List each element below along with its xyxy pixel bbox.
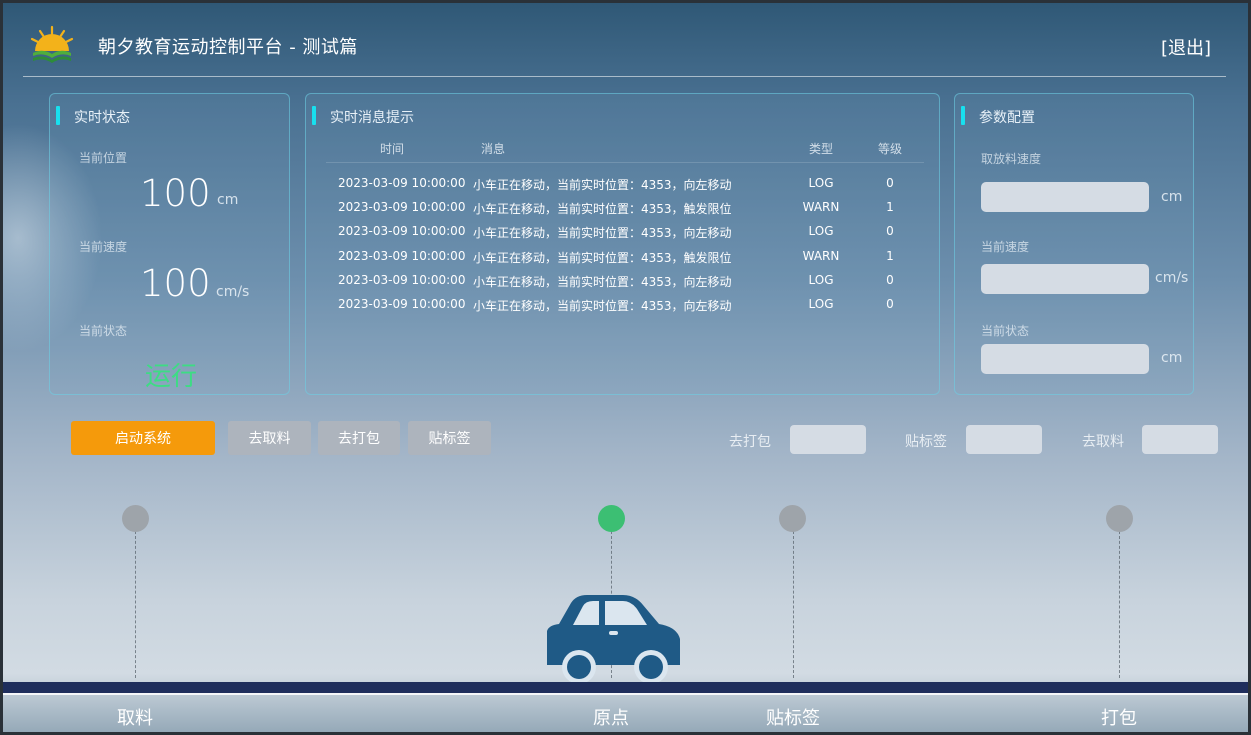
position-unit: cm (217, 192, 239, 208)
cell-message: 小车正在移动，当前实时位置：4353，触发限位 (473, 202, 732, 216)
cell-level: 0 (886, 273, 894, 287)
speed-label: 当前速度 (79, 240, 128, 254)
label-field-label: 贴标签 (905, 434, 947, 450)
app-window: 朝夕教育运动控制平台 - 测试篇 [退出] 实时状态 当前位置 100 cm 当… (3, 3, 1248, 732)
cell-level: 0 (886, 224, 894, 238)
column-header-level: 等级 (877, 142, 902, 156)
station-label-label: 贴标签 (766, 708, 820, 729)
state-config-unit: cm (1161, 350, 1183, 366)
realtime-status-panel: 实时状态 当前位置 100 cm 当前速度 100 cm/s 当前状态 运行 (49, 93, 290, 395)
column-header-type: 类型 (808, 142, 833, 156)
pick-field-label: 去取料 (1082, 434, 1124, 450)
go-pack-button[interactable]: 去打包 (318, 421, 400, 455)
panel-title: 参数配置 (979, 110, 1035, 126)
table-row[interactable]: 2023-03-09 10:00:00 小车正在移动，当前实时位置：4353，向… (326, 273, 924, 295)
speed-value: 100 (140, 262, 211, 305)
start-system-button[interactable]: 启动系统 (71, 421, 215, 455)
car-icon (547, 595, 680, 684)
cell-type: LOG (808, 297, 834, 311)
realtime-message-panel: 实时消息提示 时间 消息 类型 等级 2023-03-09 10:00:00 小… (305, 93, 940, 395)
pick-station-guide (135, 531, 136, 678)
cell-type: WARN (802, 249, 840, 263)
pick-speed-unit: cm (1161, 189, 1183, 205)
panel-accent-bar (312, 106, 316, 125)
message-table-header: 时间 消息 类型 等级 (326, 140, 924, 163)
pick-station-indicator (122, 505, 149, 532)
cell-time: 2023-03-09 10:00:00 (338, 176, 466, 190)
cell-type: LOG (808, 176, 834, 190)
state-config-label: 当前状态 (981, 324, 1030, 338)
cell-message: 小车正在移动，当前实时位置：4353，向左移动 (473, 178, 732, 192)
cell-message: 小车正在移动，当前实时位置：4353，向左移动 (473, 226, 732, 240)
label-station-guide (793, 531, 794, 678)
pick-speed-input[interactable] (981, 182, 1149, 212)
cell-time: 2023-03-09 10:00:00 (338, 200, 466, 214)
state-label: 当前状态 (79, 324, 128, 338)
speed-config-label: 当前速度 (981, 240, 1030, 254)
cell-level: 0 (886, 297, 894, 311)
pack-station-guide (1119, 531, 1120, 678)
app-title: 朝夕教育运动控制平台 - 测试篇 (98, 37, 358, 58)
sunrise-logo-icon (30, 25, 74, 63)
exit-button[interactable]: [退出] (1161, 34, 1211, 60)
cell-message: 小车正在移动，当前实时位置：4353，向左移动 (473, 275, 732, 289)
cell-message: 小车正在移动，当前实时位置：4353，向左移动 (473, 299, 732, 313)
column-header-message: 消息 (481, 142, 506, 156)
pack-field-input[interactable] (790, 425, 866, 454)
panel-title: 实时消息提示 (330, 110, 414, 126)
position-value: 100 (140, 172, 211, 215)
speed-config-unit: cm/s (1155, 270, 1189, 286)
column-header-time: 时间 (380, 142, 405, 156)
station-label-pack: 打包 (1101, 708, 1137, 729)
cell-time: 2023-03-09 10:00:00 (338, 224, 466, 238)
label-field-input[interactable] (966, 425, 1042, 454)
station-label-origin: 原点 (593, 708, 629, 729)
panel-accent-bar (961, 106, 965, 125)
parameter-config-panel: 参数配置 取放料速度 cm 当前速度 cm/s 当前状态 cm (954, 93, 1194, 395)
panel-title: 实时状态 (74, 110, 130, 126)
cell-level: 1 (886, 249, 894, 263)
cell-time: 2023-03-09 10:00:00 (338, 249, 466, 263)
speed-unit: cm/s (216, 284, 250, 300)
pack-station-indicator (1106, 505, 1133, 532)
origin-station-indicator (598, 505, 625, 532)
cell-time: 2023-03-09 10:00:00 (338, 297, 466, 311)
panel-accent-bar (56, 106, 60, 125)
cell-level: 1 (886, 200, 894, 214)
label-station-indicator (779, 505, 806, 532)
table-row[interactable]: 2023-03-09 10:00:00 小车正在移动，当前实时位置：4353，向… (326, 297, 924, 319)
table-row[interactable]: 2023-03-09 10:00:00 小车正在移动，当前实时位置：4353，触… (326, 200, 924, 222)
label-button[interactable]: 贴标签 (408, 421, 491, 455)
go-pick-button[interactable]: 去取料 (228, 421, 311, 455)
pick-speed-label: 取放料速度 (981, 152, 1042, 166)
position-label: 当前位置 (79, 151, 128, 165)
pack-field-label: 去打包 (729, 434, 771, 450)
cell-type: LOG (808, 224, 834, 238)
table-row[interactable]: 2023-03-09 10:00:00 小车正在移动，当前实时位置：4353，向… (326, 176, 924, 198)
state-config-input[interactable] (981, 344, 1149, 374)
rail-track (3, 682, 1248, 693)
cell-level: 0 (886, 176, 894, 190)
pick-field-input[interactable] (1142, 425, 1218, 454)
cell-type: LOG (808, 273, 834, 287)
header-divider (23, 76, 1226, 77)
cell-message: 小车正在移动，当前实时位置：4353，触发限位 (473, 251, 732, 265)
cell-time: 2023-03-09 10:00:00 (338, 273, 466, 287)
speed-config-input[interactable] (981, 264, 1149, 294)
table-row[interactable]: 2023-03-09 10:00:00 小车正在移动，当前实时位置：4353，触… (326, 249, 924, 271)
rail-track-edge (3, 693, 1248, 695)
state-value: 运行 (145, 362, 198, 392)
table-row[interactable]: 2023-03-09 10:00:00 小车正在移动，当前实时位置：4353，向… (326, 224, 924, 246)
cell-type: WARN (802, 200, 840, 214)
station-label-pick: 取料 (117, 708, 153, 729)
